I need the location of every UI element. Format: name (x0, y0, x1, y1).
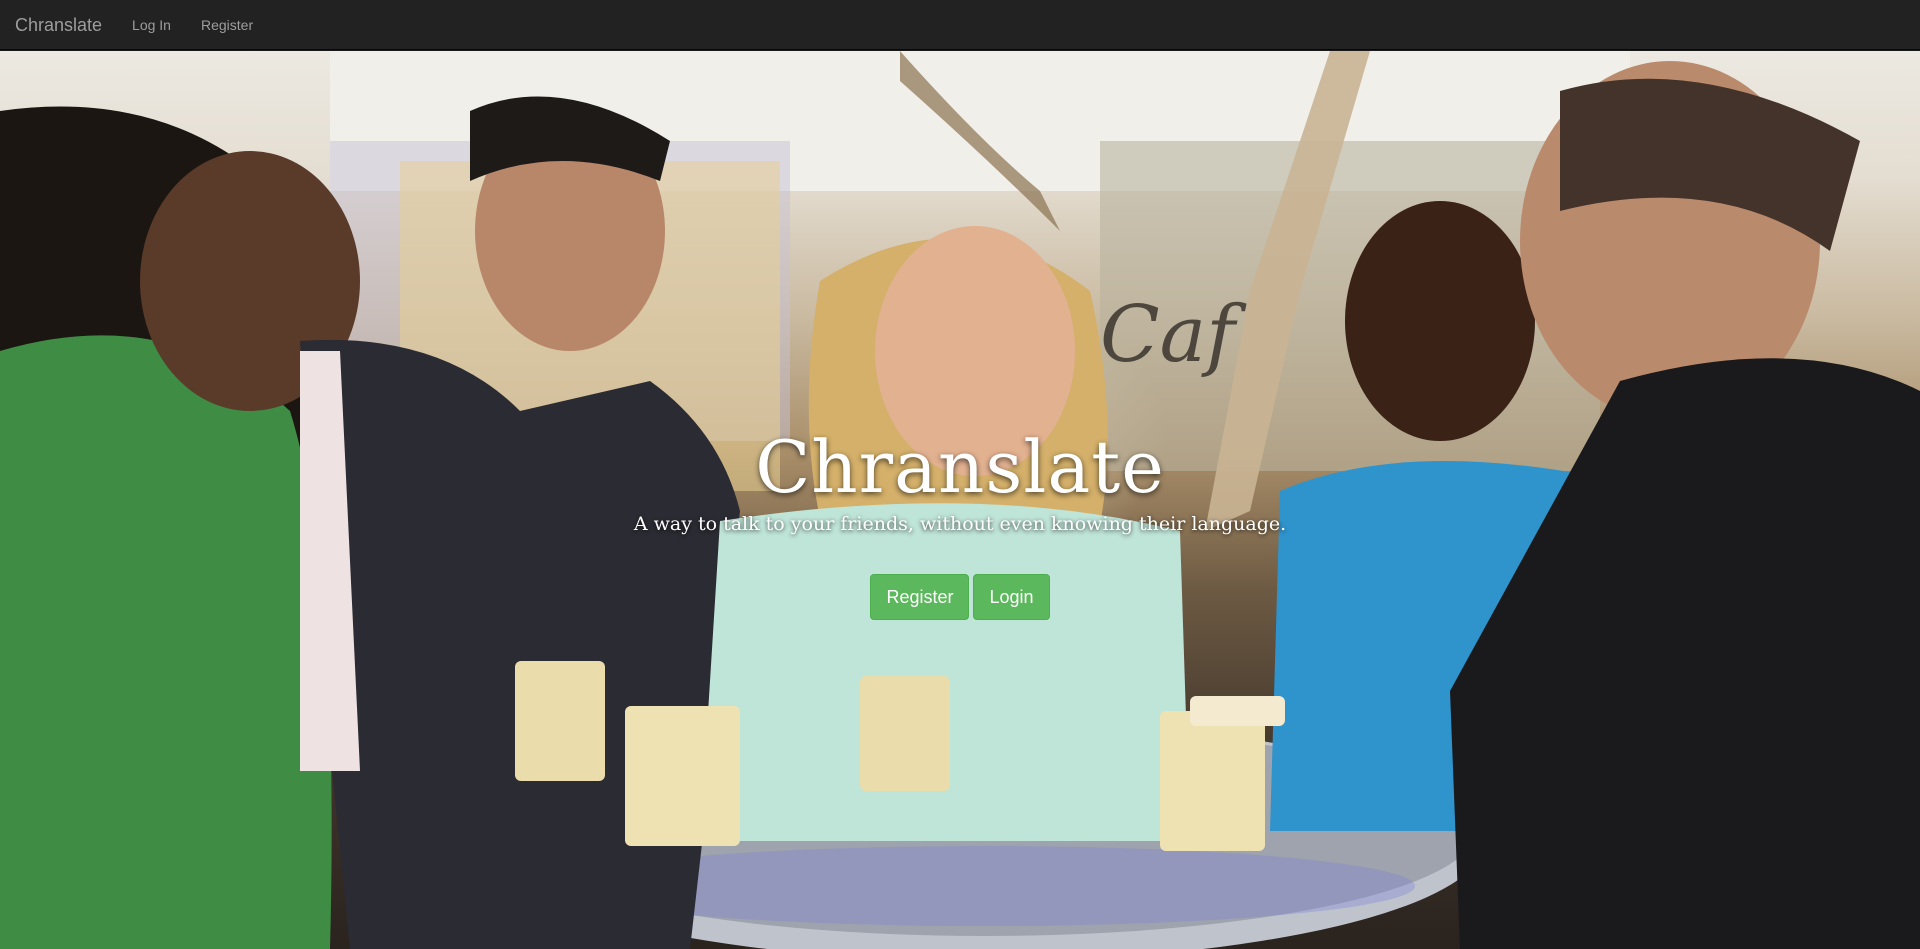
hero-section: Caf Chranslate A way to talk to your fri… (0, 51, 1920, 949)
hero-title: Chranslate (755, 425, 1165, 509)
hero-buttons: Register Login (0, 574, 1920, 620)
login-button[interactable]: Login (973, 574, 1050, 620)
register-button[interactable]: Register (870, 574, 970, 620)
nav-link-login[interactable]: Log In (117, 0, 186, 50)
top-navbar: Chranslate Log In Register (0, 0, 1920, 50)
navbar-brand[interactable]: Chranslate (0, 0, 117, 50)
nav-link-register[interactable]: Register (186, 0, 268, 50)
svg-text:Caf: Caf (1100, 290, 1247, 380)
hero-subtitle: A way to talk to your friends, without e… (633, 513, 1287, 535)
